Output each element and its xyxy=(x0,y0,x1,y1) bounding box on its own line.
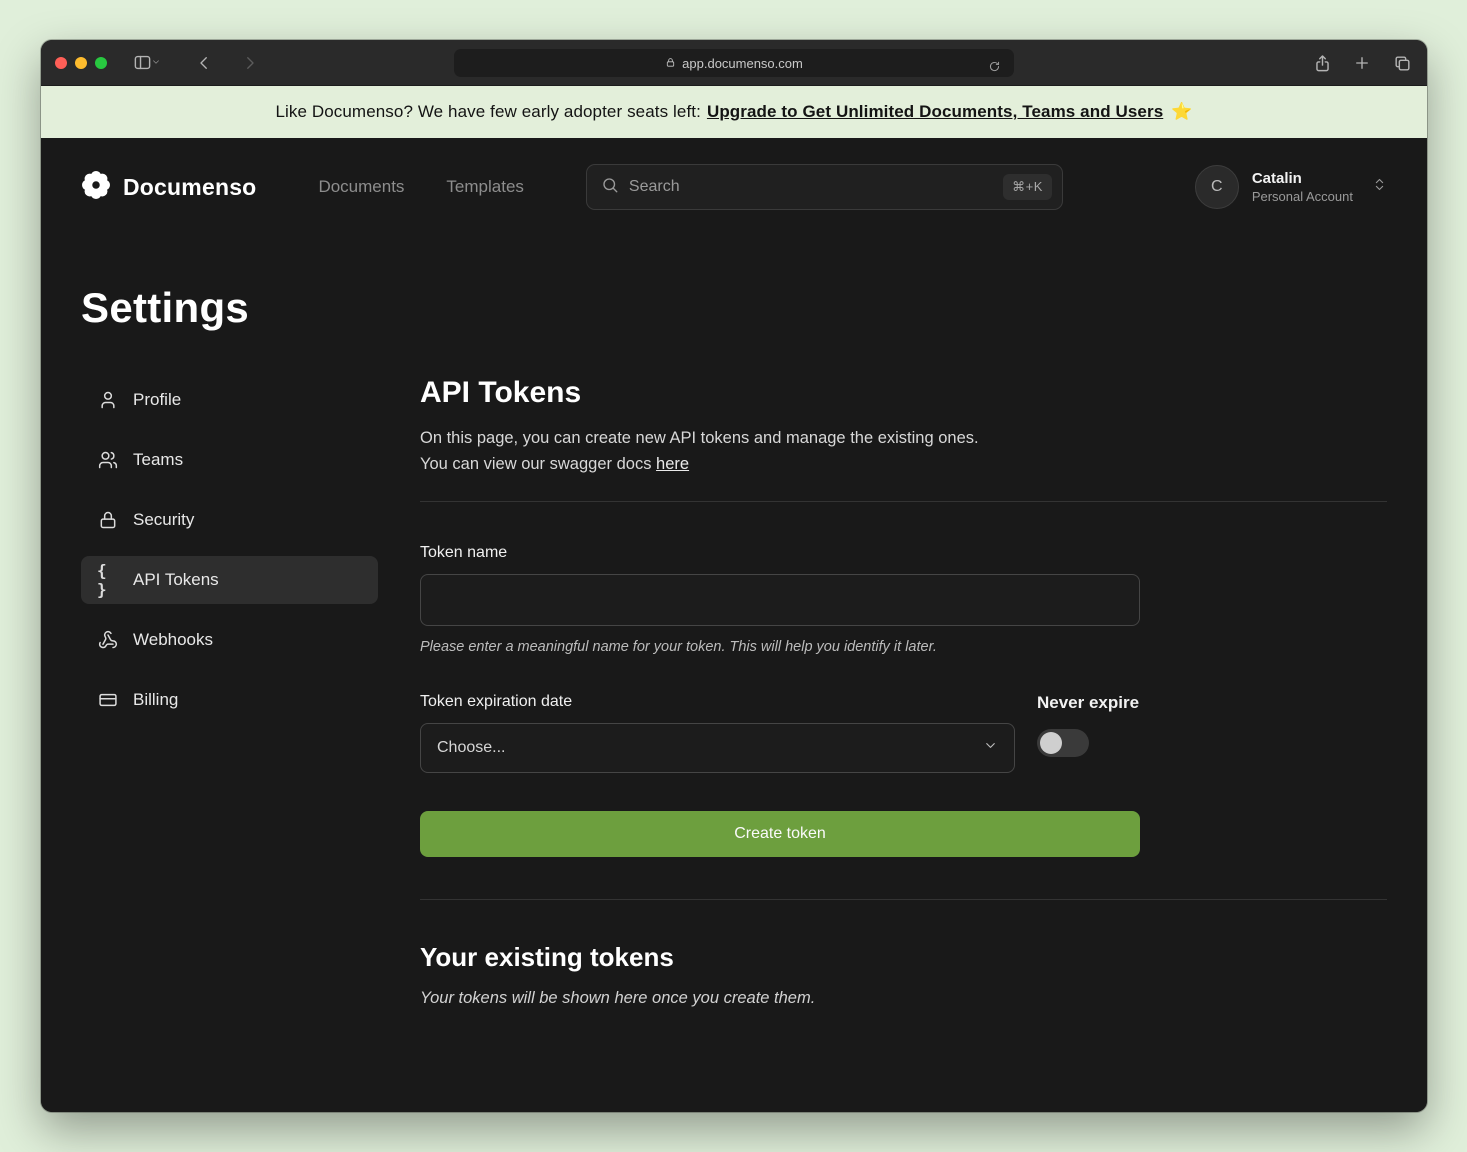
browser-window: app.documenso.com Like Documenso? We hav… xyxy=(41,40,1427,1112)
braces-icon: { } xyxy=(97,561,119,599)
star-emoji: ⭐ xyxy=(1171,102,1192,122)
existing-tokens-empty: Your tokens will be shown here once you … xyxy=(420,989,1387,1008)
sidebar-item-teams[interactable]: Teams xyxy=(81,436,378,484)
sidebar-item-webhooks[interactable]: Webhooks xyxy=(81,616,378,664)
traffic-lights xyxy=(55,57,107,69)
promo-text: Like Documenso? We have few early adopte… xyxy=(275,102,701,122)
section-description: On this page, you can create new API tok… xyxy=(420,426,1387,477)
sidebar-item-profile[interactable]: Profile xyxy=(81,376,378,424)
account-type: Personal Account xyxy=(1252,189,1353,204)
browser-toolbar: app.documenso.com xyxy=(41,40,1427,86)
sidebar-item-label: API Tokens xyxy=(133,570,219,590)
settings-sidebar: Profile Teams Security xyxy=(81,376,378,1068)
close-window-button[interactable] xyxy=(55,57,67,69)
create-token-button[interactable]: Create token xyxy=(420,811,1140,857)
sidebar-item-label: Webhooks xyxy=(133,630,213,650)
credit-card-icon xyxy=(97,690,119,710)
share-icon[interactable] xyxy=(1309,50,1335,76)
tls-lock-icon xyxy=(665,56,676,71)
sidebar-dropdown-icon[interactable] xyxy=(151,54,161,72)
sidebar-item-security[interactable]: Security xyxy=(81,496,378,544)
documenso-logo-icon xyxy=(81,170,111,205)
description-line2: You can view our swagger docs xyxy=(420,455,651,473)
account-menu[interactable]: C Catalin Personal Account xyxy=(1195,165,1387,209)
back-button[interactable] xyxy=(191,50,217,76)
lock-icon xyxy=(97,510,119,530)
divider xyxy=(420,899,1387,900)
expiration-label: Token expiration date xyxy=(420,693,1015,711)
search-shortcut-badge: ⌘+K xyxy=(1003,174,1052,200)
avatar: C xyxy=(1195,165,1239,209)
search-icon xyxy=(601,176,619,199)
users-icon xyxy=(97,450,119,470)
reload-icon[interactable] xyxy=(981,53,1007,79)
upgrade-link[interactable]: Upgrade to Get Unlimited Documents, Team… xyxy=(707,102,1163,122)
sidebar-item-label: Teams xyxy=(133,450,183,470)
search-input[interactable] xyxy=(629,178,993,196)
sidebar-item-label: Profile xyxy=(133,390,181,410)
webhook-icon xyxy=(97,630,119,650)
sidebar-item-api-tokens[interactable]: { } API Tokens xyxy=(81,556,378,604)
section-title: API Tokens xyxy=(420,376,1387,410)
expiration-value: Choose... xyxy=(437,739,505,757)
app-header: Documenso Documents Templates ⌘+K C Cata… xyxy=(41,138,1427,230)
never-expire-label: Never expire xyxy=(1037,693,1139,713)
tab-overview-icon[interactable] xyxy=(1389,50,1415,76)
promo-banner: Like Documenso? We have few early adopte… xyxy=(41,86,1427,138)
swagger-docs-link[interactable]: here xyxy=(656,455,689,473)
token-name-label: Token name xyxy=(420,544,1387,562)
api-tokens-panel: API Tokens On this page, you can create … xyxy=(420,376,1387,1068)
nav-documents[interactable]: Documents xyxy=(318,177,404,197)
chevrons-up-down-icon xyxy=(1372,177,1387,197)
top-nav: Documents Templates xyxy=(318,177,523,197)
search-box[interactable]: ⌘+K xyxy=(586,164,1063,210)
documenso-app: Documenso Documents Templates ⌘+K C Cata… xyxy=(41,138,1427,1112)
url-text: app.documenso.com xyxy=(682,56,803,71)
sidebar-item-label: Security xyxy=(133,510,194,530)
sidebar-item-billing[interactable]: Billing xyxy=(81,676,378,724)
toggle-knob xyxy=(1040,732,1062,754)
sidebar-item-label: Billing xyxy=(133,690,178,710)
minimize-window-button[interactable] xyxy=(75,57,87,69)
token-name-help: Please enter a meaningful name for your … xyxy=(420,639,1387,655)
never-expire-toggle[interactable] xyxy=(1037,729,1089,757)
token-name-input[interactable] xyxy=(420,574,1140,626)
chevron-down-icon xyxy=(983,738,998,758)
expiration-select[interactable]: Choose... xyxy=(420,723,1015,773)
existing-tokens-title: Your existing tokens xyxy=(420,942,1387,973)
address-bar[interactable]: app.documenso.com xyxy=(454,49,1014,77)
description-line1: On this page, you can create new API tok… xyxy=(420,429,979,447)
page-title: Settings xyxy=(81,284,1387,332)
zoom-window-button[interactable] xyxy=(95,57,107,69)
create-token-form: Token name Please enter a meaningful nam… xyxy=(420,544,1387,857)
brand-name: Documenso xyxy=(123,174,256,201)
user-icon xyxy=(97,390,119,410)
nav-templates[interactable]: Templates xyxy=(446,177,523,197)
new-tab-icon[interactable] xyxy=(1349,50,1375,76)
forward-button[interactable] xyxy=(237,50,263,76)
account-name: Catalin xyxy=(1252,170,1353,187)
brand[interactable]: Documenso xyxy=(81,170,256,205)
divider xyxy=(420,501,1387,502)
